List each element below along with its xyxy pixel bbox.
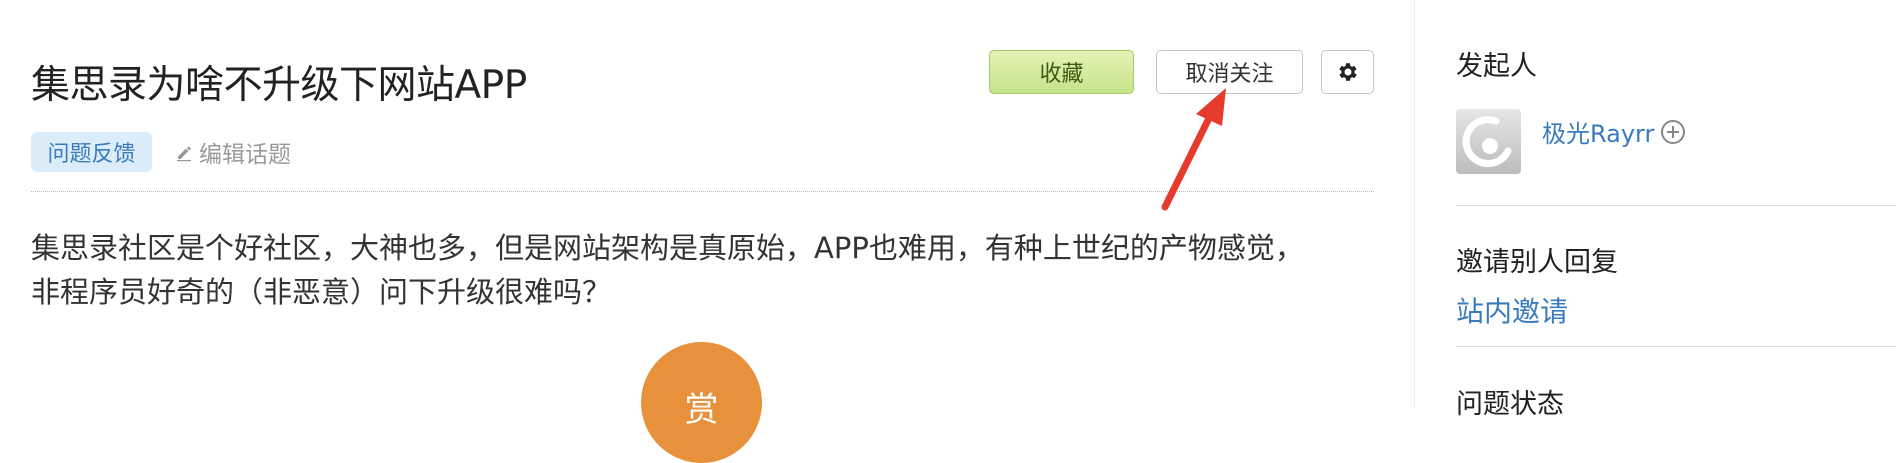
reward-button[interactable]: 赏 <box>641 342 762 463</box>
edit-topic-label: 编辑话题 <box>199 142 291 168</box>
status-heading: 问题状态 <box>1456 389 1564 420</box>
gear-icon <box>1338 63 1357 81</box>
favorite-button[interactable]: 收藏 <box>989 50 1134 94</box>
follow-user-plus-icon[interactable] <box>1660 119 1686 145</box>
edit-topic-link[interactable]: 编辑话题 <box>175 135 291 169</box>
initiator-heading: 发起人 <box>1456 51 1537 82</box>
avatar-logo-icon <box>1462 116 1512 167</box>
question-main: 集思录为啥不升级下网站APP 收藏 取消关注 问题反馈 编辑话题 集思录社区是个… <box>0 0 1414 463</box>
invite-link[interactable]: 站内邀请 <box>1456 290 1568 330</box>
sidebar-divider-1 <box>1456 205 1896 206</box>
sidebar: 发起人 极光Rayrr 邀请别人回复 站内邀请 问题状态 <box>1415 0 1896 420</box>
question-body-line-2: 非程序员好奇的（非恶意）问下升级很难吗？ <box>31 275 612 309</box>
question-title: 集思录为啥不升级下网站APP <box>31 63 527 108</box>
question-body: 集思录社区是个好社区，大神也多，但是网站架构是真原始，APP也难用，有种上世纪的… <box>31 226 1381 314</box>
initiator-name[interactable]: 极光Rayrr <box>1542 114 1654 149</box>
invite-heading: 邀请别人回复 <box>1456 247 1618 278</box>
topic-tag[interactable]: 问题反馈 <box>31 132 152 172</box>
annotation-arrow <box>1161 88 1226 211</box>
pencil-icon <box>177 146 191 162</box>
settings-button[interactable] <box>1321 50 1374 94</box>
avatar[interactable] <box>1456 109 1521 174</box>
question-body-line-1: 集思录社区是个好社区，大神也多，但是网站架构是真原始，APP也难用，有种上世纪的… <box>31 231 1304 265</box>
sidebar-divider-2 <box>1456 346 1896 347</box>
reward-label: 赏 <box>684 390 719 430</box>
